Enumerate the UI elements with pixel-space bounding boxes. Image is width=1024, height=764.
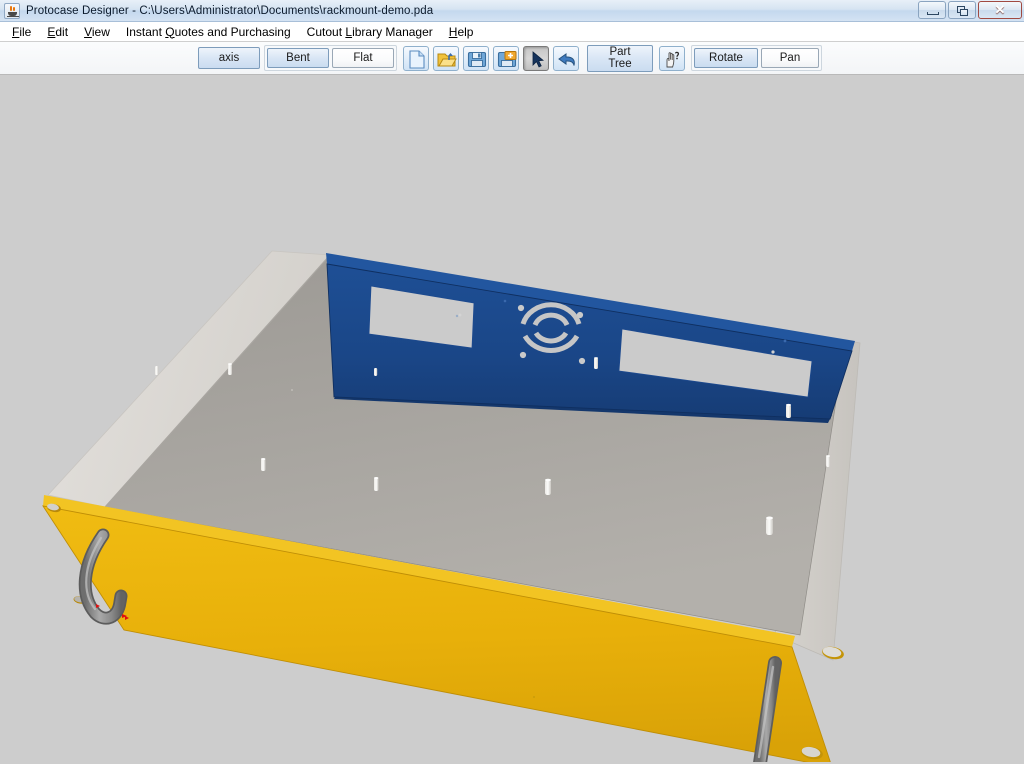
minimize-button[interactable] [918, 1, 946, 19]
menu-mnemonic: Q [165, 24, 175, 39]
rackmount-chassis-model [0, 75, 1024, 762]
restore-button[interactable] [948, 1, 976, 19]
menu-label-pre: Instant [125, 24, 166, 39]
application-window: Protocase Designer - C:\Users\Administra… [0, 0, 1024, 764]
pem-standoff [766, 516, 773, 535]
pem-standoff [374, 477, 379, 491]
axis-toggle-button[interactable]: axis [198, 47, 260, 69]
model-viewport-3d[interactable] [0, 75, 1024, 764]
title-bar: Protocase Designer - C:\Users\Administra… [0, 0, 1024, 22]
part-tree-label-line2: Tree [608, 58, 632, 70]
part-tree-button[interactable]: Part Tree [587, 44, 653, 72]
menu-item-edit[interactable]: Edit [39, 23, 76, 41]
menu-item-help[interactable]: Help [441, 23, 482, 41]
fan-mount-hole [576, 311, 584, 319]
menu-mnemonic: V [84, 24, 92, 39]
rotate-button[interactable]: Rotate [694, 48, 758, 68]
navigation-mode-group: Rotate Pan [691, 45, 822, 71]
menu-bar: File Edit View Instant Quotes and Purcha… [0, 22, 1024, 42]
flat-view-button[interactable]: Flat [332, 48, 394, 68]
select-cursor-icon[interactable] [523, 45, 549, 71]
pem-standoff [786, 403, 791, 418]
menu-label: dit [55, 24, 69, 39]
panel-hole [458, 313, 462, 317]
panel-hole [771, 350, 775, 354]
minimize-icon [927, 12, 939, 15]
bent-view-button[interactable]: Bent [267, 48, 329, 68]
panel-hole [503, 299, 507, 303]
fan-mount-hole [519, 351, 527, 359]
fan-mount-hole [578, 357, 586, 365]
close-icon: ✕ [994, 2, 1006, 17]
pem-standoff [545, 478, 551, 495]
pem-standoff [155, 366, 159, 375]
cup-saucer [7, 15, 19, 17]
save-as-floppy-plus-icon[interactable] [493, 45, 519, 71]
pem-standoff [374, 368, 378, 376]
menu-label: uotes and Purchasing [174, 24, 291, 39]
menu-label: elp [457, 24, 474, 39]
pem-standoff [826, 455, 830, 467]
menu-label: iew [91, 24, 110, 39]
panel-hole [783, 339, 787, 343]
fan-mount-hole [517, 304, 525, 312]
menu-item-file[interactable]: File [4, 23, 39, 41]
steam-right [13, 6, 15, 11]
open-folder-icon[interactable] [433, 45, 459, 71]
restore-icon-front [960, 9, 968, 16]
menu-label: ibrary Manager [352, 24, 433, 39]
java-coffee-cup-icon [4, 2, 20, 19]
pem-standoff [594, 357, 598, 369]
close-button[interactable]: ✕ [978, 1, 1022, 19]
window-controls: ✕ [918, 1, 1022, 19]
menu-label-pre: Cutout [306, 24, 346, 39]
steam-left [10, 5, 12, 11]
front-panel-hole [533, 696, 535, 698]
view-mode-group: Bent Flat [264, 45, 397, 71]
panel-hole [455, 314, 459, 318]
pem-standoff [228, 363, 232, 375]
menu-label: ile [19, 24, 32, 39]
new-file-icon[interactable] [403, 45, 429, 71]
pem-standoff [261, 458, 266, 471]
menu-item-view[interactable]: View [76, 23, 118, 41]
pan-button[interactable]: Pan [761, 48, 819, 68]
hand-question-mark-icon[interactable] [659, 45, 685, 71]
part-tree-label-line1: Part [609, 46, 631, 58]
window-title: Protocase Designer - C:\Users\Administra… [26, 4, 434, 17]
menu-item-instant-quotes-and-purchasing[interactable]: Instant Quotes and Purchasing [118, 23, 299, 41]
undo-arrow-icon[interactable] [553, 45, 579, 71]
save-floppy-icon[interactable] [463, 45, 489, 71]
toolbar: axis Bent Flat Part Tree Rotate Pan [0, 42, 1024, 75]
menu-item-cutout-library-manager[interactable]: Cutout Library Manager [299, 23, 441, 41]
base-hole [291, 389, 293, 391]
